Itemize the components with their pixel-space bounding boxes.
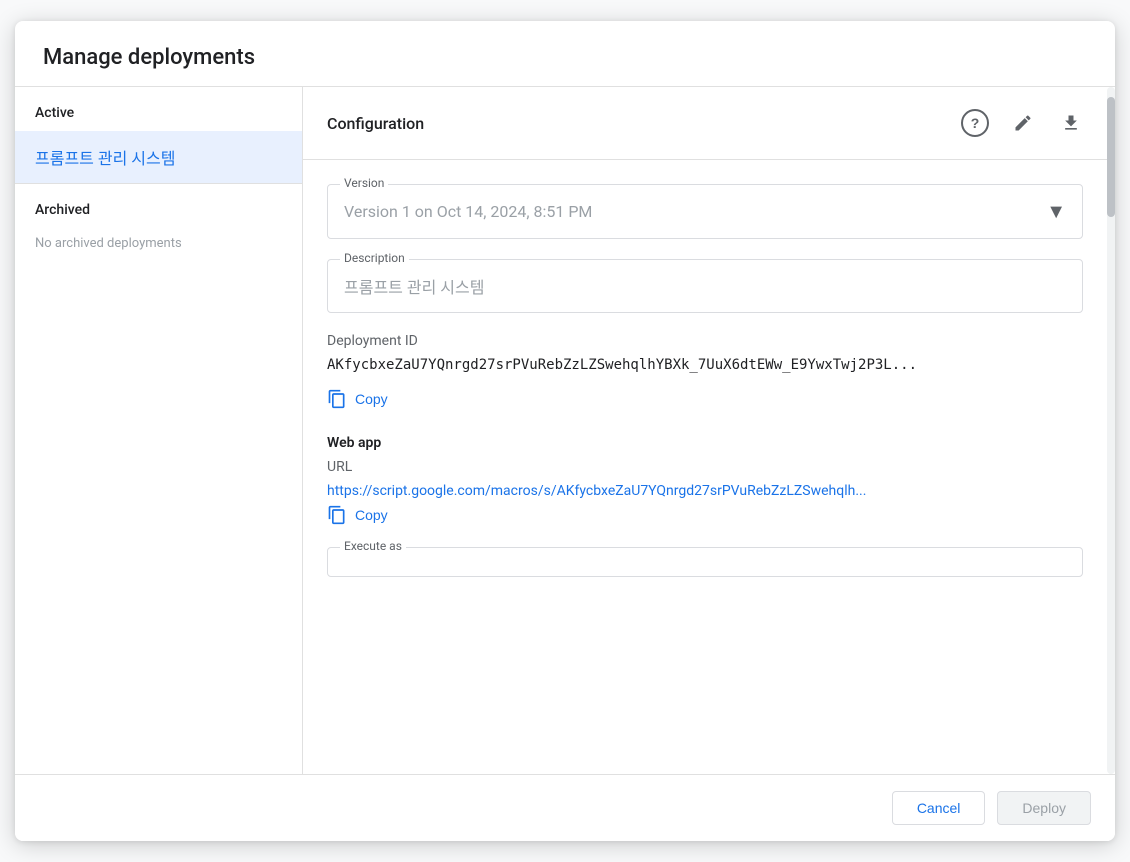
execute-as-label: Execute as <box>340 539 406 553</box>
description-field-group: Description 프롬프트 관리 시스템 <box>327 259 1083 313</box>
deployment-id-value: AKfycbxeZaU7YQnrgd27srPVuRebZzLZSwehqlhY… <box>327 357 1083 373</box>
sidebar: Active 프롬프트 관리 시스템 Archived No archived … <box>15 87 303 774</box>
download-icon <box>1061 113 1081 133</box>
active-deployment-item[interactable]: 프롬프트 관리 시스템 <box>15 131 302 183</box>
copy-deployment-id-button[interactable]: Copy <box>327 383 388 415</box>
question-circle-icon: ? <box>961 109 989 137</box>
version-label: Version <box>340 176 388 190</box>
version-field-group: Version Version 1 on Oct 14, 2024, 8:51 … <box>327 184 1083 239</box>
version-dropdown-arrow: ▼ <box>1046 199 1066 224</box>
edit-button[interactable] <box>1003 103 1043 143</box>
main-content: Configuration ? <box>303 87 1115 774</box>
main-header: Configuration ? <box>303 87 1115 160</box>
dialog-footer: Cancel Deploy <box>15 774 1115 841</box>
web-app-section: Web app URL https://script.google.com/ma… <box>327 435 1083 577</box>
copy-url-button[interactable]: Copy <box>327 499 388 531</box>
active-section-label: Active <box>15 87 302 131</box>
deployment-id-label: Deployment ID <box>327 333 1083 349</box>
manage-deployments-dialog: Manage deployments Active 프롬프트 관리 시스템 Ar… <box>15 21 1115 841</box>
description-label: Description <box>340 251 409 265</box>
description-value: 프롬프트 관리 시스템 <box>328 260 1082 312</box>
pencil-icon <box>1013 113 1033 133</box>
copy-icon-1 <box>327 389 347 409</box>
no-archived-label: No archived deployments <box>15 228 302 265</box>
cancel-button[interactable]: Cancel <box>892 791 986 825</box>
deploy-button[interactable]: Deploy <box>997 791 1091 825</box>
help-button[interactable]: ? <box>955 103 995 143</box>
download-button[interactable] <box>1051 103 1091 143</box>
url-value[interactable]: https://script.google.com/macros/s/AKfyc… <box>327 483 866 499</box>
deployment-id-section: Deployment ID AKfycbxeZaU7YQnrgd27srPVuR… <box>327 333 1083 415</box>
scrollbar-track <box>1107 87 1115 774</box>
version-value[interactable]: Version 1 on Oct 14, 2024, 8:51 PM ▼ <box>328 185 1082 238</box>
copy-icon-2 <box>327 505 347 525</box>
archived-section-label: Archived <box>15 184 302 228</box>
web-app-label: Web app <box>327 435 1083 451</box>
url-label: URL <box>327 459 1083 475</box>
content-area: Version Version 1 on Oct 14, 2024, 8:51 … <box>303 160 1115 774</box>
dialog-title: Manage deployments <box>15 21 1115 86</box>
dialog-body: Active 프롬프트 관리 시스템 Archived No archived … <box>15 86 1115 774</box>
configuration-title: Configuration <box>327 114 947 133</box>
scrollbar-thumb[interactable] <box>1107 97 1115 217</box>
